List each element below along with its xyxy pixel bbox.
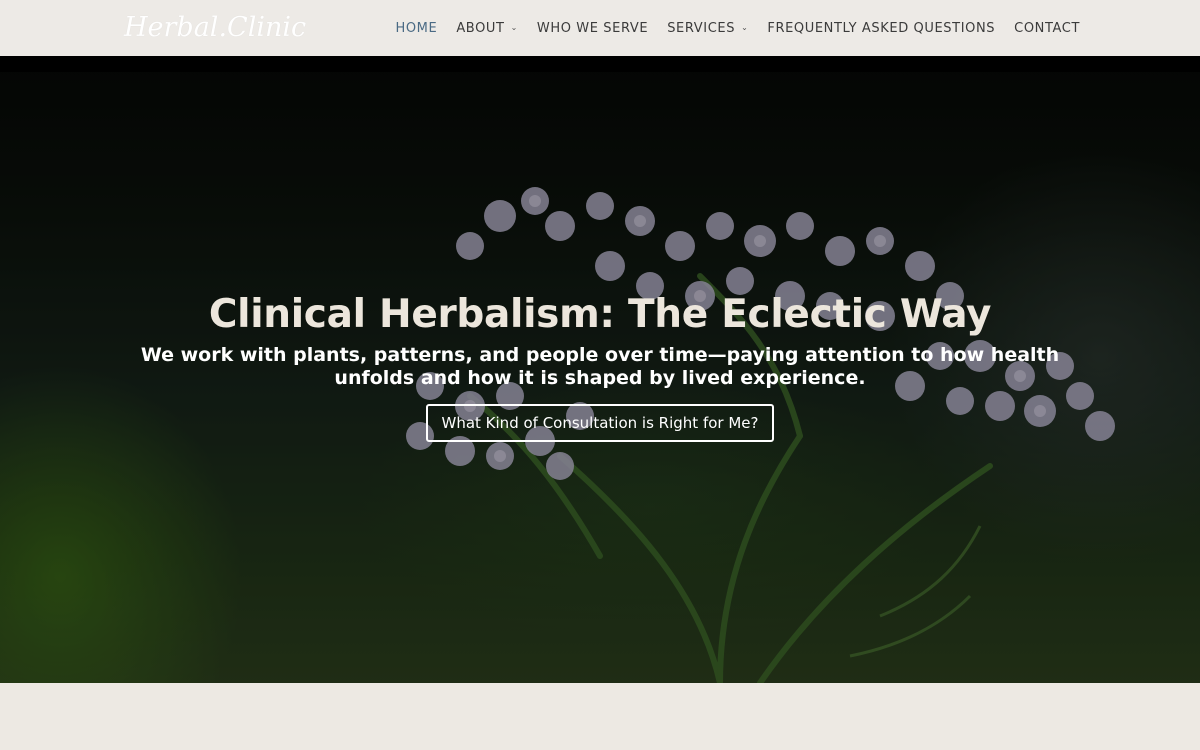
nav-home[interactable]: HOME [395,21,437,36]
hero-section: Clinical Herbalism: The Eclectic Way We … [0,56,1200,683]
nav-faq[interactable]: FREQUENTLY ASKED QUESTIONS [767,21,995,36]
nav-contact[interactable]: CONTACT [1014,21,1080,36]
consultation-button-label: What Kind of Consultation is Right for M… [441,414,759,432]
nav-who-we-serve-label: WHO WE SERVE [536,20,649,36]
nav-services-label: SERVICES [667,20,736,36]
logo-text: Herbal.Clinic [124,12,307,43]
chevron-down-icon: ⌄ [510,23,518,32]
nav-contact-label: CONTACT [1014,20,1080,36]
nav-faq-label: FREQUENTLY ASKED QUESTIONS [767,20,996,36]
chevron-down-icon: ⌄ [741,23,749,32]
nav-services[interactable]: SERVICES ⌄ [667,21,748,36]
nav-about[interactable]: ABOUT ⌄ [456,21,518,36]
nav-who-we-serve[interactable]: WHO WE SERVE [537,21,648,36]
consultation-button[interactable]: What Kind of Consultation is Right for M… [426,404,774,442]
site-header: Herbal.Clinic HOME ABOUT ⌄ WHO WE SERVE … [0,0,1200,56]
hero-title: Clinical Herbalism: The Eclectic Way [208,292,992,337]
main-nav: HOME ABOUT ⌄ WHO WE SERVE SERVICES ⌄ FRE… [395,0,1080,56]
below-hero-section [0,683,1200,750]
hero-subtitle: We work with plants, patterns, and peopl… [140,344,1060,389]
nav-home-label: HOME [395,20,438,36]
nav-about-label: ABOUT [456,20,505,36]
site-logo[interactable]: Herbal.Clinic [120,4,307,52]
